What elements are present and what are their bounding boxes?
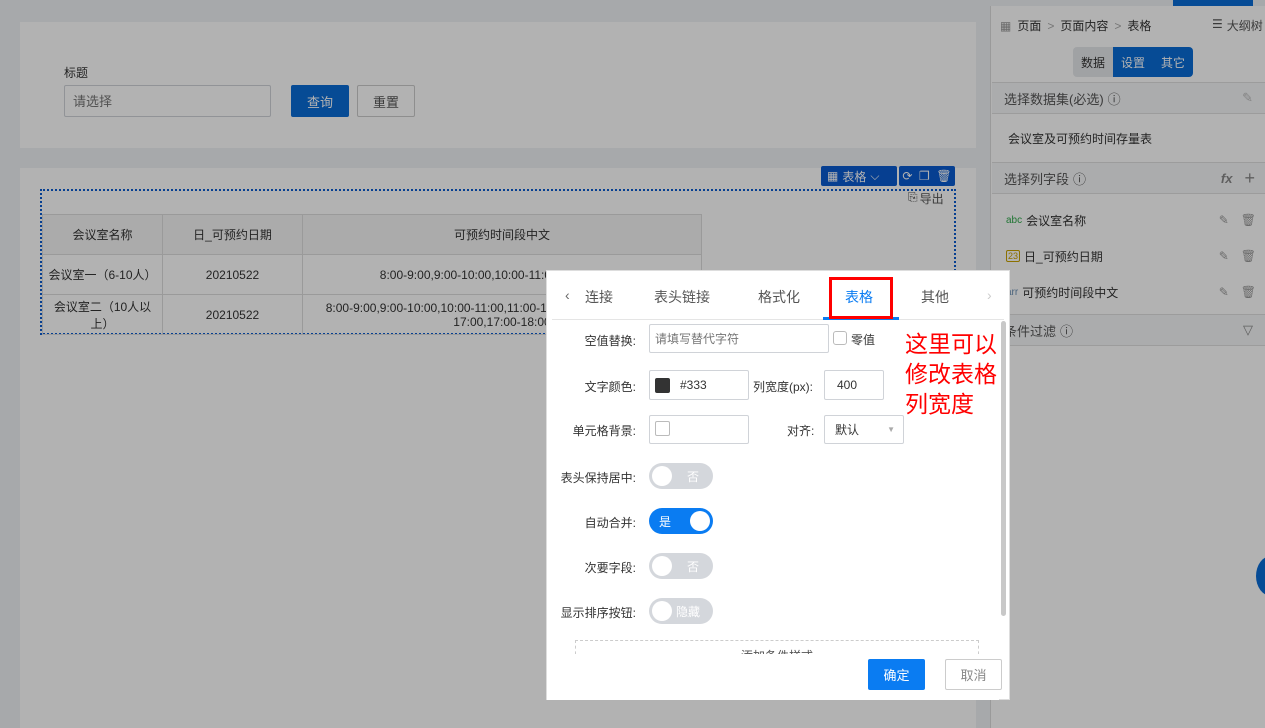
secondary-field-label: 次要字段: [584,561,636,575]
confirm-button[interactable]: 确定 [868,659,925,690]
toggle-text: 否 [687,470,700,484]
zero-value-label: 零值 [851,333,876,347]
chevron-left-icon[interactable]: ‹ [565,287,570,303]
column-width-input[interactable]: 400 [824,370,884,400]
color-swatch [655,421,670,436]
toggle-text: 隐藏 [676,605,701,619]
auto-merge-label: 自动合并: [584,516,636,530]
cell-background-label: 单元格背景: [572,424,636,438]
align-select[interactable]: 默认 ▼ [824,415,904,444]
sort-button-label: 显示排序按钮: [560,606,636,620]
tab-format[interactable]: 格式化 [758,287,800,307]
secondary-field-toggle[interactable]: 否 [649,553,713,579]
tab-other[interactable]: 其他 [921,287,949,307]
null-replace-input[interactable] [649,324,829,353]
tab-header-link[interactable]: 表头链接 [654,287,710,307]
text-color-picker[interactable]: #333 [649,370,749,400]
zero-value-checkbox[interactable] [833,331,847,345]
auto-merge-toggle[interactable]: 是 [649,508,713,534]
header-center-label: 表头保持居中: [560,471,636,485]
header-center-toggle[interactable]: 否 [649,463,713,489]
sort-button-toggle[interactable]: 隐藏 [649,598,713,624]
annotation-highlight-box [829,277,893,319]
tab-link[interactable]: 连接 [585,287,613,307]
caret-down-icon: ▼ [887,425,895,434]
align-value: 默认 [835,423,860,437]
null-replace-label: 空值替换: [584,334,636,348]
toggle-text: 是 [659,515,672,529]
color-swatch [655,377,670,393]
dialog-footer [547,654,999,700]
toggle-text: 否 [687,560,700,574]
column-width-label: 列宽度(px): [753,380,814,394]
text-color-value: #333 [680,378,707,392]
tab-divider [552,319,1004,320]
cell-background-picker[interactable] [649,415,749,444]
align-label: 对齐: [787,424,815,438]
cancel-button[interactable]: 取消 [945,659,1002,690]
chevron-right-icon[interactable]: › [987,287,992,303]
annotation-text: 这里可以修改表格列宽度 [905,332,997,418]
text-color-label: 文字颜色: [584,380,636,394]
